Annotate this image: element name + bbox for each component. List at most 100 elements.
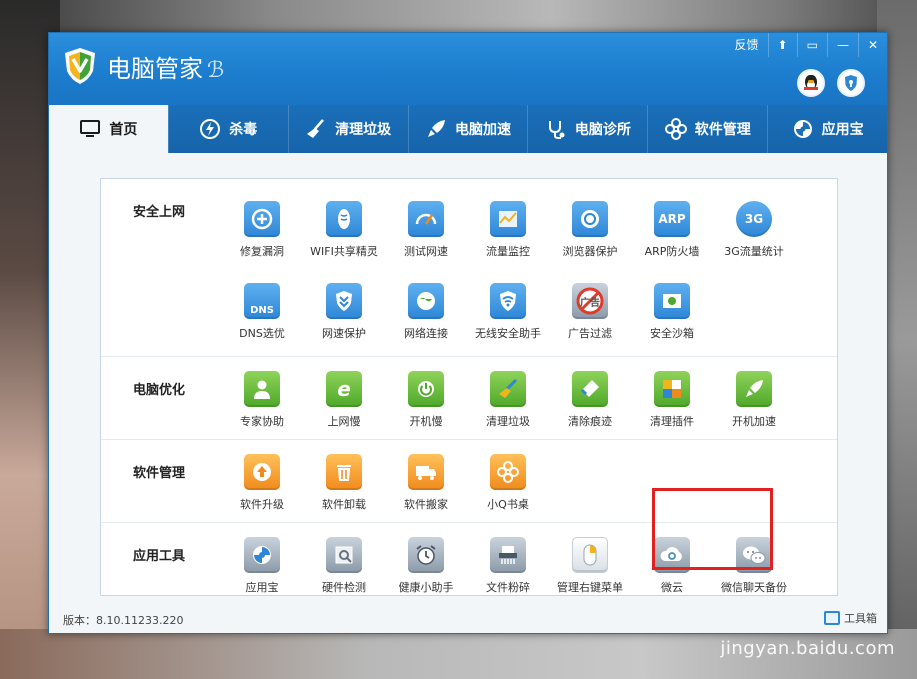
tool-label: 清理垃圾 xyxy=(486,415,530,428)
tool-hardware-check[interactable]: 硬件检测 xyxy=(303,537,385,613)
tool-software-upgrade[interactable]: 软件升级 xyxy=(221,454,303,530)
highlight-box xyxy=(652,488,773,570)
feedback-button[interactable]: 反馈 xyxy=(726,33,768,57)
tool-label: 无线安全助手 xyxy=(475,327,541,340)
tab-antivirus[interactable]: 杀毒 xyxy=(167,105,288,153)
launch-icon xyxy=(736,371,772,407)
tab-home[interactable]: 首页 xyxy=(49,105,168,153)
toolbox-icon xyxy=(824,611,840,625)
section-title: 软件管理 xyxy=(133,466,186,481)
tool-speed-test[interactable]: 测试网速 xyxy=(385,201,467,277)
tab-clean[interactable]: 清理垃圾 xyxy=(287,105,408,153)
tool-health-assistant[interactable]: 健康小助手 xyxy=(385,537,467,613)
tool-label: 专家协助 xyxy=(240,415,284,428)
tool-grid: 修复漏洞 WIFI共享精灵 测试网速 流量监控 浏览器保护 ARP ARP防火墙… xyxy=(221,201,795,359)
lightning-shield-icon xyxy=(200,119,221,139)
tool-browser-protect[interactable]: 浏览器保护 xyxy=(549,201,631,277)
upgrade-icon xyxy=(244,454,280,490)
main-nav: 首页 杀毒 清理垃圾 电脑加速 电脑诊所 软件管理 应用宝 xyxy=(49,105,887,153)
tool-wifi-security[interactable]: 无线安全助手 xyxy=(467,283,549,359)
toolbox-link[interactable]: 工具箱 xyxy=(824,610,877,626)
tool-label: 广告过滤 xyxy=(568,327,612,340)
close-button[interactable]: ✕ xyxy=(857,33,887,57)
tool-wifi-share[interactable]: WIFI共享精灵 xyxy=(303,201,385,277)
tool-label: 管理右键菜单 xyxy=(557,581,623,594)
rocket-icon xyxy=(428,120,445,137)
desk-icon xyxy=(490,454,526,490)
tool-file-shredder[interactable]: 文件粉碎 xyxy=(467,537,549,613)
tool-context-menu[interactable]: 管理右键菜单 xyxy=(549,537,631,613)
tool-network-connect[interactable]: 网络连接 xyxy=(385,283,467,359)
shield-logo-icon xyxy=(65,48,95,84)
monitor-icon xyxy=(80,120,101,137)
app-title-text: 电脑管家 xyxy=(107,55,203,83)
tool-ad-filter[interactable]: 广告 广告过滤 xyxy=(549,283,631,359)
eraser-icon xyxy=(572,371,608,407)
tool-label: 网速保护 xyxy=(322,327,366,340)
tool-software-uninstall[interactable]: 软件卸载 xyxy=(303,454,385,530)
hardware-scan-icon xyxy=(326,537,362,573)
section-title: 电脑优化 xyxy=(133,383,186,398)
wifi-shield-icon xyxy=(490,283,526,319)
tool-clear-traces[interactable]: 清除痕迹 xyxy=(549,371,631,447)
tab-appstore-label: 应用宝 xyxy=(821,122,864,138)
tab-clean-label: 清理垃圾 xyxy=(335,122,392,138)
tool-label: 微信聊天备份 xyxy=(721,581,787,594)
tool-net-speed-protect[interactable]: 网速保护 xyxy=(303,283,385,359)
skin-button[interactable]: ⬆ xyxy=(767,33,797,57)
browser-shield-icon xyxy=(572,201,608,237)
tool-label: 3G流量统计 xyxy=(724,245,784,258)
tool-3g-traffic[interactable]: 3G 3G流量统计 xyxy=(713,201,795,277)
flower-icon xyxy=(664,118,687,140)
section-optimize: 电脑优化 专家协助 e 上网慢 开机慢 清理垃圾 清除痕迹 清理插件 开机加速 xyxy=(101,357,837,440)
tab-appstore[interactable]: 应用宝 xyxy=(767,105,887,153)
app-title-mark: ℬ xyxy=(207,58,225,83)
tool-expert-assist[interactable]: 专家协助 xyxy=(221,371,303,447)
tool-label: WIFI共享精灵 xyxy=(310,245,378,258)
menu-button[interactable]: ▭ xyxy=(796,33,827,57)
title-bar: 电脑管家 ℬ 反馈 ⬆ ▭ — ✕ xyxy=(49,33,887,105)
status-bar: 版本：8.10.11233.220 工具箱 xyxy=(49,603,887,633)
tool-slow-internet[interactable]: e 上网慢 xyxy=(303,371,385,447)
speedometer-icon xyxy=(408,201,444,237)
tool-slow-boot[interactable]: 开机慢 xyxy=(385,371,467,447)
tool-fix-vulnerability[interactable]: 修复漏洞 xyxy=(221,201,303,277)
appstore-icon xyxy=(793,120,812,138)
tool-label: 健康小助手 xyxy=(398,581,454,594)
truck-icon xyxy=(408,454,444,490)
tool-label: 软件升级 xyxy=(240,498,284,511)
tool-label: 文件粉碎 xyxy=(486,581,530,594)
tool-label: 硬件检测 xyxy=(322,581,366,594)
tool-boot-speedup[interactable]: 开机加速 xyxy=(713,371,795,447)
arp-icon: ARP xyxy=(654,201,690,237)
tool-q-desk[interactable]: 小Q书桌 xyxy=(467,454,549,530)
tool-label: 开机慢 xyxy=(409,415,443,428)
tool-clean-junk[interactable]: 清理垃圾 xyxy=(467,371,549,447)
tool-sandbox[interactable]: 安全沙箱 xyxy=(631,283,713,359)
tool-dns-optimize[interactable]: DNS DNS选优 xyxy=(221,283,303,359)
account-shield-icon[interactable] xyxy=(837,69,865,97)
tool-traffic-monitor[interactable]: 流量监控 xyxy=(467,201,549,277)
tab-clinic[interactable]: 电脑诊所 xyxy=(527,105,647,153)
tool-appstore[interactable]: 应用宝 xyxy=(221,537,303,613)
tab-software-label: 软件管理 xyxy=(694,122,751,138)
tab-antivirus-label: 杀毒 xyxy=(229,122,258,138)
tab-software[interactable]: 软件管理 xyxy=(647,105,767,153)
tool-arp-firewall[interactable]: ARP ARP防火墙 xyxy=(631,201,713,277)
tool-software-move[interactable]: 软件搬家 xyxy=(385,454,467,530)
sandbox-icon xyxy=(654,283,690,319)
tool-clean-plugins[interactable]: 清理插件 xyxy=(631,371,713,447)
minimize-button[interactable]: — xyxy=(826,33,858,57)
patch-icon xyxy=(244,201,280,237)
tab-home-label: 首页 xyxy=(109,122,138,138)
shredder-icon xyxy=(490,537,526,573)
qq-avatar-icon[interactable] xyxy=(797,69,825,97)
traffic-chart-icon xyxy=(490,201,526,237)
window-controls: 反馈 ⬆ ▭ — ✕ xyxy=(726,33,887,57)
tool-label: 清理插件 xyxy=(650,415,694,428)
ie-icon: e xyxy=(326,371,362,407)
tool-label: 软件卸载 xyxy=(322,498,366,511)
tool-label: 开机加速 xyxy=(732,415,776,428)
tab-speedup[interactable]: 电脑加速 xyxy=(407,105,528,153)
tool-label: DNS选优 xyxy=(239,327,285,340)
